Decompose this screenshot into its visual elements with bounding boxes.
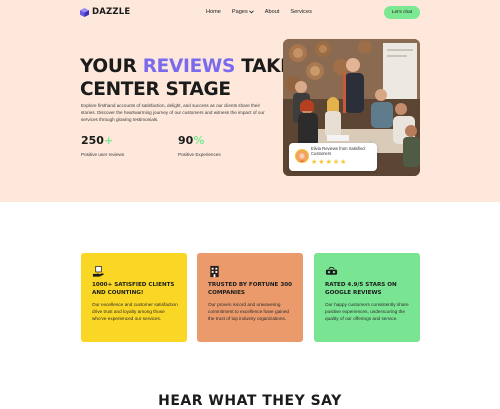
logo-cube-icon <box>80 7 89 17</box>
star-icon: ★ <box>340 159 347 166</box>
star-icon: ★ <box>325 159 332 166</box>
avatar <box>295 149 309 163</box>
hero-section <box>0 0 500 202</box>
brand-name: DAZZLE <box>92 7 131 17</box>
hand-with-cube-icon <box>92 266 104 277</box>
feature-card-rating: RATED 4.9/5 STARS ON GOOGLE REVIEWS Our … <box>314 253 420 342</box>
stat-number: 250+ <box>81 134 114 147</box>
review-text: Elivia Reviews from Satisfied Customers <box>311 146 365 157</box>
feature-card-clients: 1000+ SATISFIED CLIENTS AND COUNTING! Ou… <box>81 253 187 342</box>
nav-item-label: Pages <box>231 9 248 15</box>
nav-item-services[interactable]: Services <box>290 9 311 15</box>
feature-body: Our excellence and customer satisfaction… <box>92 302 178 321</box>
feature-body: Our happy customers consistently share p… <box>325 302 409 321</box>
headline-accent: REVIEWS <box>142 56 236 77</box>
stat-experiences: 90% Positive Experiences <box>178 134 221 157</box>
review-card: Elivia Reviews from Satisfied Customers … <box>289 143 377 171</box>
stat-reviews: 250+ Positive user reviews <box>81 134 124 157</box>
stat-label: Positive Experiences <box>178 152 221 157</box>
star-rating: ★ ★ ★ ★ ★ <box>311 159 346 166</box>
lets-chat-button[interactable]: Let's chat <box>384 6 420 19</box>
page-title: YOUR REVIEWS TAKE CENTER STAGE <box>80 56 293 100</box>
reviewer-portrait <box>296 151 308 162</box>
nav-item-pages[interactable]: Pages <box>232 9 254 15</box>
nav-item-about[interactable]: About <box>265 9 280 15</box>
building-icon <box>210 265 219 278</box>
feature-card-fortune: TRUSTED BY FORTUNE 300 COMPANIES Our pro… <box>197 253 303 342</box>
chevron-down-icon <box>248 10 254 14</box>
stat-label: Positive user reviews <box>81 152 125 157</box>
testimonials-heading: HEAR WHAT THEY SAY <box>158 393 342 409</box>
main-nav: Home Pages About Services <box>206 9 312 15</box>
nav-item-home[interactable]: Home <box>206 9 221 15</box>
stat-number: 90% <box>178 134 205 147</box>
hero-description: Explore firsthand accounts of satisfacti… <box>81 103 265 122</box>
vr-headset-icon <box>325 266 338 275</box>
star-icon: ★ <box>332 159 340 166</box>
star-icon: ★ <box>318 159 325 166</box>
star-icon: ★ <box>311 159 318 166</box>
brand-logo[interactable]: DAZZLE <box>80 7 130 17</box>
feature-body: Our proven record and unwavering commitm… <box>208 302 290 321</box>
feature-title: TRUSTED BY FORTUNE 300 COMPANIES <box>208 282 292 296</box>
feature-title: RATED 4.9/5 STARS ON GOOGLE REVIEWS <box>325 282 397 296</box>
feature-title: 1000+ SATISFIED CLIENTS AND COUNTING! <box>92 282 175 296</box>
